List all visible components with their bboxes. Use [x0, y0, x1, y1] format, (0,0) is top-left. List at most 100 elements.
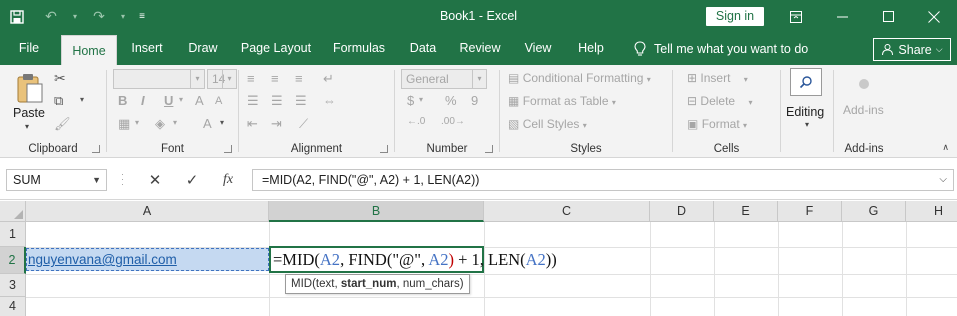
increase-indent-icon[interactable]: ⇥	[271, 116, 282, 132]
cell-styles-button[interactable]: ▧ Cell Styles ▾	[508, 117, 587, 131]
column-header-a[interactable]: A	[26, 201, 269, 222]
formula-input[interactable]: =MID(A2, FIND("@", A2) + 1, LEN(A2)) ⌵	[252, 169, 954, 191]
customize-toolbar-icon[interactable]: ≡	[130, 0, 154, 33]
function-argument-tooltip[interactable]: MID(text, start_num, num_chars)	[285, 274, 470, 294]
copy-icon[interactable]: ⧉	[54, 93, 63, 109]
redo-icon[interactable]: ↷	[82, 0, 116, 33]
save-icon[interactable]	[0, 0, 34, 33]
row-header-1[interactable]: 1	[0, 222, 26, 247]
italic-button[interactable]: I	[141, 93, 145, 108]
tab-file[interactable]: File	[10, 33, 48, 65]
bold-button[interactable]: B	[118, 93, 127, 108]
alignment-launcher-icon[interactable]	[380, 145, 388, 153]
font-label: Font	[160, 143, 184, 155]
fill-color-icon[interactable]: ◈	[155, 116, 165, 132]
borders-dropdown-icon[interactable]: ▾	[135, 118, 139, 127]
font-color-dropdown-icon[interactable]: ▾	[220, 118, 224, 127]
cell-b2-editing[interactable]: =MID(A2, FIND("@", A2) + 1, LEN(A2))	[269, 246, 557, 273]
font-color-icon[interactable]: A	[203, 116, 212, 131]
tab-home[interactable]: Home	[61, 35, 117, 65]
lightbulb-icon	[634, 41, 646, 56]
delete-cells-button[interactable]: ⊟ Delete ▾	[687, 94, 752, 108]
column-header-e[interactable]: E	[714, 201, 778, 222]
align-top-icon[interactable]: ≡	[247, 71, 255, 86]
tab-data[interactable]: Data	[402, 33, 444, 65]
comma-button[interactable]: 9	[471, 93, 478, 108]
column-header-d[interactable]: D	[650, 201, 714, 222]
editing-button[interactable]: Editing ▾	[786, 68, 830, 134]
expand-formula-bar-icon[interactable]: ⌵	[939, 170, 947, 190]
insert-cells-button[interactable]: ⊞ Insert ▾	[687, 71, 748, 85]
conditional-formatting-button[interactable]: ▤ Conditional Formatting ▾	[508, 71, 651, 85]
tab-page-layout[interactable]: Page Layout	[236, 33, 316, 65]
undo-dropdown-icon[interactable]: ▾	[68, 0, 82, 33]
tab-view[interactable]: View	[516, 33, 560, 65]
increase-decimal-icon[interactable]: ←.0	[407, 116, 425, 127]
collapse-ribbon-icon[interactable]: ∧	[942, 142, 949, 153]
column-header-f[interactable]: F	[778, 201, 842, 222]
row-header-3[interactable]: 3	[0, 274, 26, 297]
decrease-decimal-icon[interactable]: .00→	[441, 116, 465, 127]
row-header-2[interactable]: 2	[0, 247, 26, 274]
decrease-font-icon[interactable]: A	[215, 95, 222, 107]
worksheet-grid[interactable]: A B C D E F G H 1 2 3 4 nguyenvana@gmail…	[0, 201, 957, 316]
format-as-table-icon: ▦	[508, 94, 520, 108]
select-all-button[interactable]	[0, 201, 26, 222]
underline-button[interactable]: U	[164, 93, 173, 108]
undo-icon[interactable]: ↶	[34, 0, 68, 33]
align-middle-icon[interactable]: ≡	[271, 71, 279, 86]
share-button[interactable]: Share ⌵	[873, 38, 951, 61]
maximize-icon[interactable]	[865, 0, 911, 33]
currency-dropdown-icon[interactable]: ▾	[419, 95, 423, 104]
formula-token: , FIND(	[340, 250, 393, 269]
addins-button[interactable]: Add-ins	[840, 75, 890, 125]
paste-button[interactable]: Paste ▾	[10, 70, 50, 136]
number-format-combo[interactable]: General ▾	[401, 69, 487, 89]
column-header-b[interactable]: B	[269, 201, 484, 222]
clipboard-launcher-icon[interactable]	[92, 145, 100, 153]
align-left-icon[interactable]: ☰	[247, 93, 259, 109]
tab-insert[interactable]: Insert	[124, 33, 170, 65]
underline-dropdown-icon[interactable]: ▾	[179, 95, 183, 104]
minimize-icon[interactable]	[819, 0, 865, 33]
column-header-h[interactable]: H	[906, 201, 957, 222]
column-header-g[interactable]: G	[842, 201, 906, 222]
percent-button[interactable]: %	[445, 93, 457, 108]
cut-icon[interactable]: ✂	[54, 70, 66, 87]
merge-center-icon[interactable]: ⇔	[323, 93, 336, 108]
currency-button[interactable]: $	[407, 93, 414, 108]
font-name-combo[interactable]: ▾	[113, 69, 205, 89]
tab-draw[interactable]: Draw	[180, 33, 226, 65]
copy-dropdown-icon[interactable]: ▾	[80, 95, 84, 104]
ribbon-display-options-icon[interactable]	[773, 0, 819, 33]
orientation-icon[interactable]: ⟋	[299, 116, 308, 132]
tab-help[interactable]: Help	[570, 33, 612, 65]
close-icon[interactable]	[911, 0, 957, 33]
align-center-icon[interactable]: ☰	[271, 93, 283, 109]
cancel-formula-button[interactable]: ✕	[140, 169, 170, 191]
insert-function-button[interactable]: fx	[213, 169, 243, 191]
borders-icon[interactable]: ▦	[118, 116, 130, 132]
cell-a2[interactable]: nguyenvana@gmail.com	[26, 248, 269, 271]
wrap-text-icon[interactable]: ↵	[323, 71, 334, 87]
format-cells-button[interactable]: ▣ Format ▾	[687, 117, 747, 131]
align-right-icon[interactable]: ☰	[295, 93, 307, 109]
column-header-c[interactable]: C	[484, 201, 650, 222]
font-size-combo[interactable]: 14 ▾	[207, 69, 237, 89]
number-launcher-icon[interactable]	[485, 145, 493, 153]
align-bottom-icon[interactable]: ≡	[295, 71, 303, 86]
increase-font-icon[interactable]: A	[195, 93, 204, 108]
decrease-indent-icon[interactable]: ⇤	[247, 116, 258, 132]
tab-review[interactable]: Review	[454, 33, 506, 65]
row-header-4[interactable]: 4	[0, 297, 26, 316]
enter-formula-button[interactable]: ✓	[177, 169, 207, 191]
font-launcher-icon[interactable]	[224, 145, 232, 153]
tab-formulas[interactable]: Formulas	[326, 33, 392, 65]
tell-me-search[interactable]: Tell me what you want to do	[634, 33, 808, 65]
redo-dropdown-icon[interactable]: ▾	[116, 0, 130, 33]
sign-in-button[interactable]: Sign in	[706, 7, 764, 26]
format-as-table-button[interactable]: ▦ Format as Table ▾	[508, 94, 616, 108]
format-painter-icon[interactable]: 🖌	[54, 116, 71, 132]
name-box[interactable]: SUM ▼	[6, 169, 107, 191]
fill-color-dropdown-icon[interactable]: ▾	[173, 118, 177, 127]
